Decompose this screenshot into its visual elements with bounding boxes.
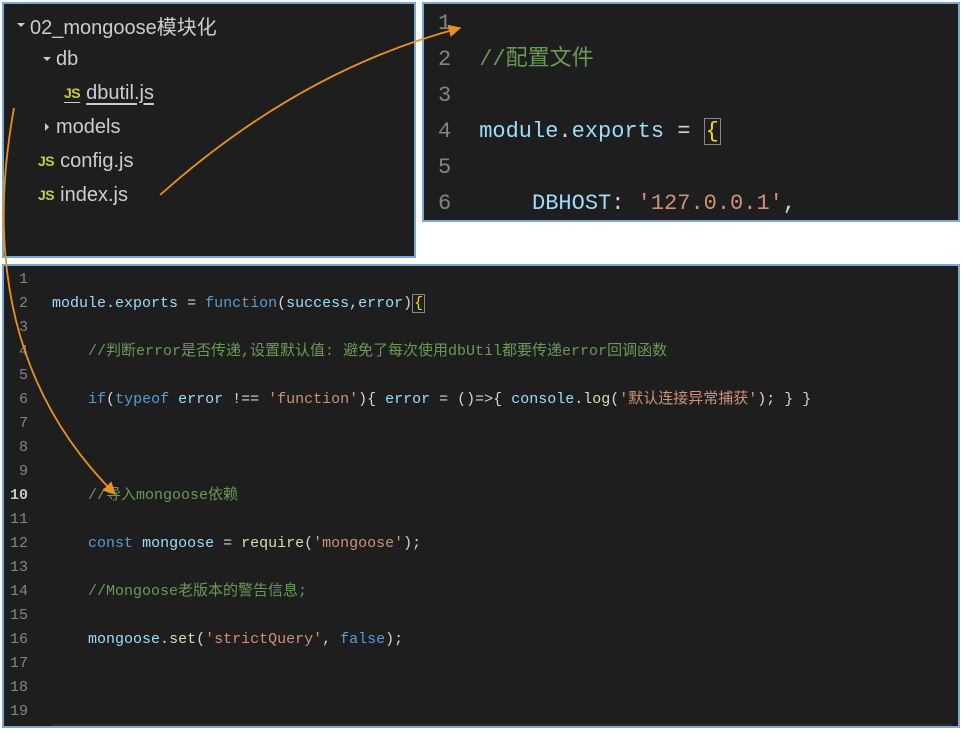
file-explorer: 02_mongoose模块化 db JS dbutil.js models JS… <box>2 2 416 258</box>
tree-folder-label: models <box>56 116 120 139</box>
config-editor: 1 2 3 4 5 6 //配置文件 module.exports = { DB… <box>422 2 960 222</box>
line-gutter: 1 2 3 4 5 6 <box>424 4 473 220</box>
tree-file-index[interactable]: JS index.js <box>4 178 414 212</box>
code-area[interactable]: //配置文件 module.exports = { DBHOST: '127.0… <box>473 4 802 220</box>
tree-file-config[interactable]: JS config.js <box>4 144 414 178</box>
tree-folder-label: 02_mongoose模块化 <box>30 11 217 40</box>
line-gutter: 1 2 3 4 5 6 7 8 9 10 11 12 13 14 15 16 1… <box>4 266 46 726</box>
chevron-right-icon <box>38 119 56 135</box>
tree-file-label: dbutil.js <box>86 82 154 105</box>
js-icon: JS <box>64 85 80 101</box>
tree-file-label: config.js <box>60 150 133 173</box>
js-icon: JS <box>38 187 54 203</box>
tree-folder-label: db <box>56 48 78 71</box>
tree-file-label: index.js <box>60 184 128 207</box>
js-icon: JS <box>38 153 54 169</box>
file-tree: 02_mongoose模块化 db JS dbutil.js models JS… <box>4 4 414 216</box>
tree-folder-models[interactable]: models <box>4 110 414 144</box>
chevron-down-icon <box>12 17 30 33</box>
tree-file-dbutil[interactable]: JS dbutil.js <box>4 76 414 110</box>
main-editor: 1 2 3 4 5 6 7 8 9 10 11 12 13 14 15 16 1… <box>2 264 960 728</box>
code-area[interactable]: module.exports = function(success,error)… <box>46 266 958 726</box>
tree-folder-db[interactable]: db <box>4 42 414 76</box>
chevron-down-icon <box>38 51 56 67</box>
tree-folder-root[interactable]: 02_mongoose模块化 <box>4 8 414 42</box>
